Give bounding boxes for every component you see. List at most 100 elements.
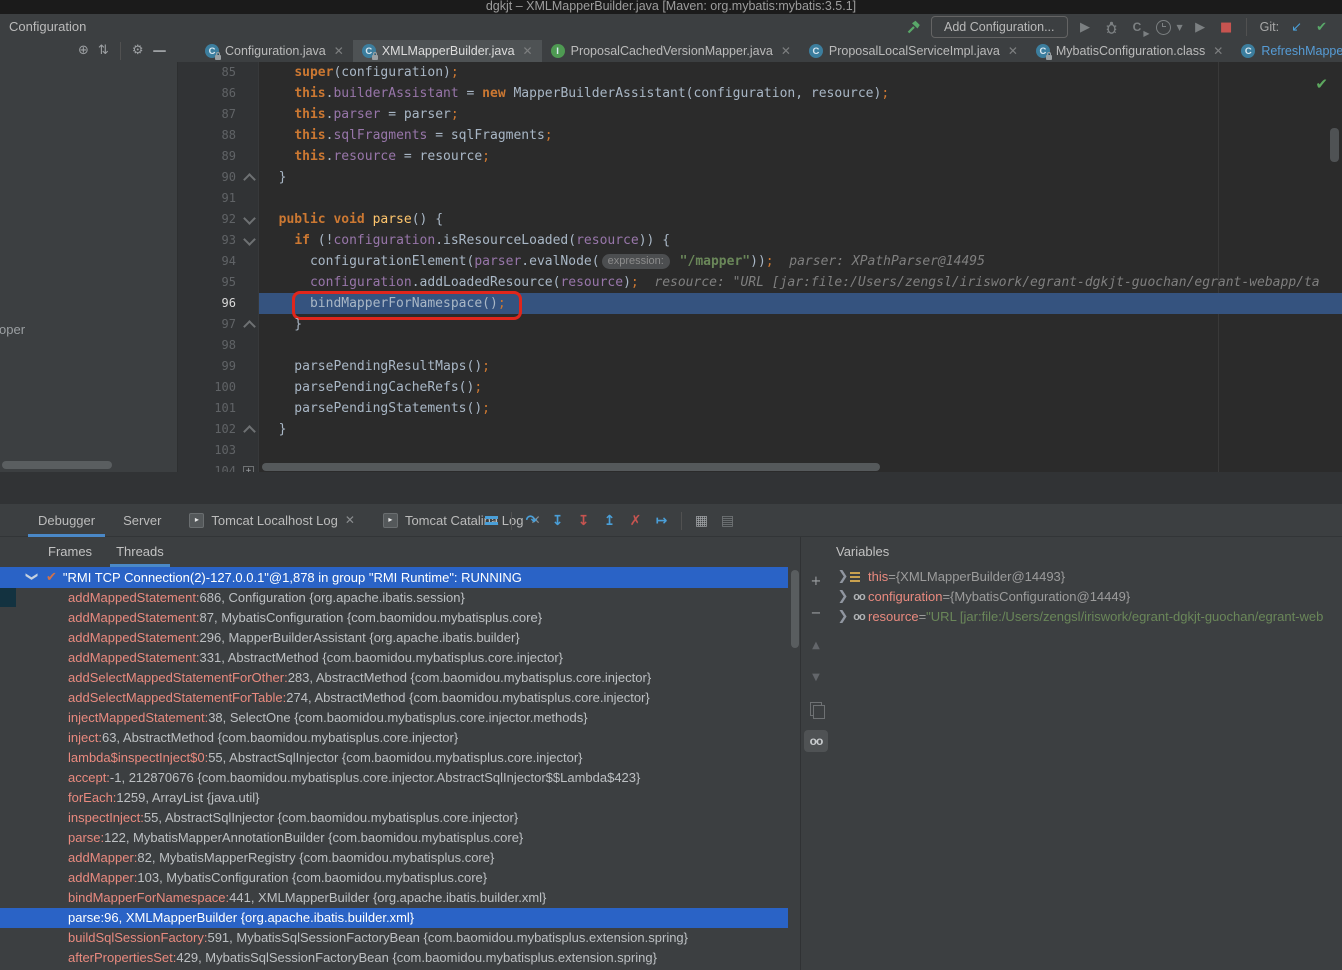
debug-bug-icon[interactable]: [1103, 19, 1120, 36]
code-line[interactable]: bindMapperForNamespace();: [259, 293, 1342, 314]
stack-frame-row[interactable]: addMapper:82, MybatisMapperRegistry {com…: [0, 848, 788, 868]
fold-marker-icon[interactable]: [243, 320, 256, 333]
force-step-into-icon[interactable]: ↧: [575, 512, 592, 529]
sync-scroll-icon[interactable]: ⇅: [98, 40, 109, 62]
chevron-down-icon[interactable]: ❯: [22, 572, 43, 584]
code-line[interactable]: if (!configuration.isResourceLoaded(reso…: [259, 230, 1342, 251]
stack-frame-row[interactable]: parse:122, MybatisMapperAnnotationBuilde…: [0, 828, 788, 848]
stack-frame-row[interactable]: inspectInject:55, AbstractSqlInjector {c…: [0, 808, 788, 828]
copy-icon[interactable]: [804, 698, 828, 720]
variable-row[interactable]: ❯this = {XMLMapperBuilder@14493}: [832, 567, 1342, 587]
show-execution-point-icon[interactable]: [483, 512, 500, 529]
target-icon[interactable]: ⊕: [78, 40, 89, 62]
frames-vertical-scrollbar[interactable]: [791, 570, 799, 648]
code-line[interactable]: parsePendingStatements();: [259, 398, 1342, 419]
stack-frame-row[interactable]: afterPropertiesSet:429, MybatisSqlSessio…: [0, 948, 788, 968]
git-commit-icon[interactable]: ✔: [1313, 19, 1330, 36]
editor-tab[interactable]: CMybatisConfiguration.class✕: [1027, 40, 1232, 62]
close-icon[interactable]: ✕: [523, 44, 533, 58]
step-out-icon[interactable]: ↥: [601, 512, 618, 529]
scroll-up-icon[interactable]: ▲: [804, 634, 828, 656]
editor-horizontal-scrollbar[interactable]: [262, 463, 880, 471]
stop-icon[interactable]: ■: [1218, 19, 1235, 36]
stack-frame-row[interactable]: addSelectMappedStatementForTable:274, Ab…: [0, 688, 788, 708]
editor-vertical-scrollbar[interactable]: [1330, 128, 1339, 162]
stack-frame-row[interactable]: addSelectMappedStatementForOther:283, Ab…: [0, 668, 788, 688]
fold-marker-icon[interactable]: [243, 173, 256, 186]
line-number[interactable]: 91: [178, 188, 258, 209]
code-line[interactable]: }: [259, 314, 1342, 335]
line-number[interactable]: 88: [178, 125, 258, 146]
debug-tab-debugger[interactable]: Debugger: [24, 504, 109, 537]
code-line[interactable]: [259, 335, 1342, 356]
stack-frame-row[interactable]: parse:96, XMLMapperBuilder {org.apache.i…: [0, 908, 788, 928]
editor-tab[interactable]: IProposalCachedVersionMapper.java✕: [542, 40, 800, 62]
code-line[interactable]: parsePendingCacheRefs();: [259, 377, 1342, 398]
line-number[interactable]: 92: [178, 209, 258, 230]
thread-row[interactable]: ❯✔"RMI TCP Connection(2)-127.0.0.1"@1,87…: [0, 567, 788, 588]
code-line[interactable]: [259, 440, 1342, 461]
line-number[interactable]: 103: [178, 440, 258, 461]
line-number[interactable]: 104+: [178, 461, 258, 472]
build-hammer-icon[interactable]: [905, 19, 922, 36]
chevron-right-icon[interactable]: ❯: [836, 567, 850, 587]
debug-tab-tomcat-localhost-log[interactable]: ▸Tomcat Localhost Log✕: [175, 504, 369, 537]
line-number[interactable]: 101: [178, 398, 258, 419]
stack-frame-row[interactable]: accept:-1, 212870676 {com.baomidou.mybat…: [0, 768, 788, 788]
add-configuration-button[interactable]: Add Configuration...: [931, 16, 1068, 38]
fold-marker-icon[interactable]: [243, 233, 256, 246]
close-icon[interactable]: ✕: [334, 44, 344, 58]
profiler-icon[interactable]: [1155, 19, 1172, 36]
chevron-right-icon[interactable]: ❯: [836, 587, 850, 607]
code-area[interactable]: super(configuration); this.builderAssist…: [259, 62, 1342, 472]
editor-tab[interactable]: CRefreshMapperCache.java✕: [1232, 40, 1342, 62]
code-line[interactable]: }: [259, 167, 1342, 188]
run-coverage-icon[interactable]: C▶: [1129, 19, 1146, 36]
code-line[interactable]: this.builderAssistant = new MapperBuilde…: [259, 83, 1342, 104]
line-number[interactable]: 93: [178, 230, 258, 251]
variable-row[interactable]: ❯ooresource = "URL [jar:file:/Users/zeng…: [832, 607, 1342, 627]
stack-frame-row[interactable]: bindMapperForNamespace:441, XMLMapperBui…: [0, 888, 788, 908]
run-icon[interactable]: ▶: [1077, 19, 1094, 36]
code-line[interactable]: this.parser = parser;: [259, 104, 1342, 125]
stack-frame-row[interactable]: injectMappedStatement:38, SelectOne {com…: [0, 708, 788, 728]
debug-tab-server[interactable]: Server: [109, 504, 175, 537]
scroll-down-icon[interactable]: ▼: [804, 666, 828, 688]
chevron-right-icon[interactable]: ❯: [836, 607, 850, 627]
gear-icon[interactable]: ⚙: [132, 40, 144, 62]
run-to-cursor-icon[interactable]: ↦: [653, 512, 670, 529]
drop-frame-icon[interactable]: ✗: [627, 512, 644, 529]
hide-panel-icon[interactable]: —: [152, 40, 166, 62]
stack-frame-row[interactable]: buildSqlSessionFactory:591, MybatisSqlSe…: [0, 928, 788, 948]
close-icon[interactable]: ✕: [781, 44, 791, 58]
editor-tab[interactable]: CXMLMapperBuilder.java✕: [353, 40, 542, 62]
tab-threads[interactable]: Threads: [104, 537, 176, 567]
close-icon[interactable]: ✕: [1213, 44, 1223, 58]
fold-marker-icon[interactable]: [243, 212, 256, 225]
code-line[interactable]: this.sqlFragments = sqlFragments;: [259, 125, 1342, 146]
inspection-ok-icon[interactable]: ✔: [1315, 75, 1328, 93]
stack-frame-row[interactable]: addMappedStatement:296, MapperBuilderAss…: [0, 628, 788, 648]
code-line[interactable]: configuration.addLoadedResource(resource…: [259, 272, 1342, 293]
line-number[interactable]: 97: [178, 314, 258, 335]
pane-divider[interactable]: [800, 537, 801, 970]
line-number[interactable]: 100: [178, 377, 258, 398]
step-into-icon[interactable]: ↧: [549, 512, 566, 529]
editor-tab[interactable]: CConfiguration.java✕: [196, 40, 353, 62]
stack-frame-row[interactable]: inject:63, AbstractMethod {com.baomidou.…: [0, 728, 788, 748]
line-number[interactable]: 87: [178, 104, 258, 125]
run-attach-icon[interactable]: ▶: [1192, 19, 1209, 36]
remove-watch-icon[interactable]: −: [804, 602, 828, 624]
editor-tab[interactable]: CProposalLocalServiceImpl.java✕: [800, 40, 1027, 62]
window-splitter[interactable]: [0, 472, 1342, 505]
watches-toggle-icon[interactable]: oo: [804, 730, 828, 752]
code-line[interactable]: configurationElement(parser.evalNode(exp…: [259, 251, 1342, 272]
line-number[interactable]: 86: [178, 83, 258, 104]
line-number[interactable]: 94: [178, 251, 258, 272]
git-update-icon[interactable]: ↙: [1288, 19, 1305, 36]
dropdown-arrow-icon[interactable]: ▼: [1177, 23, 1183, 32]
step-over-icon[interactable]: ↷: [523, 512, 540, 529]
git-push-icon[interactable]: ↗: [1338, 19, 1342, 36]
line-number[interactable]: 85: [178, 62, 258, 83]
code-line[interactable]: this.resource = resource;: [259, 146, 1342, 167]
